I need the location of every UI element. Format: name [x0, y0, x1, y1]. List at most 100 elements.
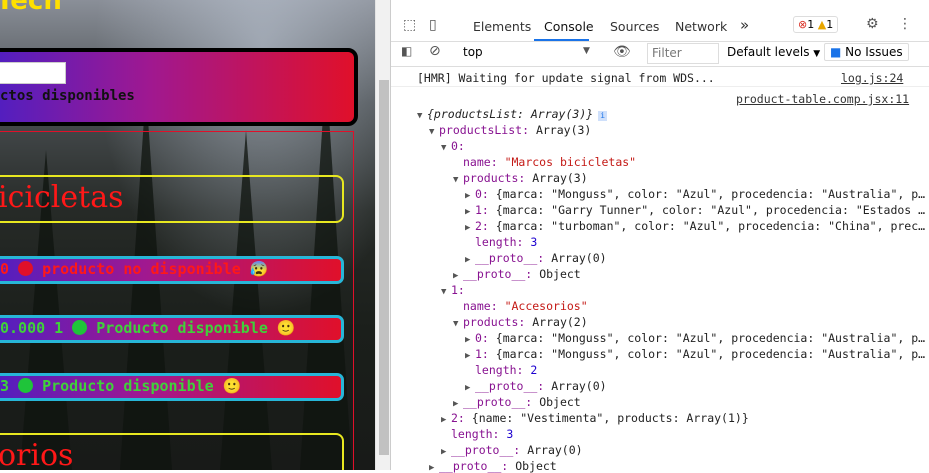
- clear-console-icon[interactable]: ⊘: [429, 43, 441, 59]
- category-title: icicletas: [0, 180, 124, 215]
- tree-key: 1:: [475, 203, 489, 217]
- tab-sources[interactable]: Sources: [610, 19, 659, 34]
- tree-key: length:: [475, 363, 524, 377]
- tree-key: 0:: [451, 139, 465, 153]
- tree-value: Array(3): [535, 123, 592, 137]
- tree-key: length:: [451, 427, 500, 441]
- tree-key: 0:: [475, 187, 489, 201]
- tree-node[interactable]: ▶ 2: {marca: "turboman", color: "Azul", p…: [465, 219, 925, 233]
- expanded-arrow-icon[interactable]: ▼: [429, 127, 439, 137]
- expanded-arrow-icon[interactable]: ▼: [453, 175, 463, 185]
- tree-value: 3: [530, 235, 538, 249]
- collapsed-arrow-icon[interactable]: ▶: [465, 351, 475, 361]
- expanded-arrow-icon[interactable]: ▼: [417, 111, 427, 121]
- tree-node[interactable]: ▶ __proto__: Object: [429, 459, 557, 473]
- expanded-arrow-icon[interactable]: ▼: [441, 287, 451, 297]
- console-message: [HMR] Waiting for update signal from WDS…: [417, 71, 715, 85]
- scrollbar-thumb[interactable]: [379, 80, 389, 455]
- chevron-down-icon: ▼: [813, 49, 821, 59]
- tree-node[interactable]: ▼ {productsList: Array(3)} i: [417, 107, 608, 121]
- tree-value: Array(0): [551, 251, 607, 265]
- tree-key: __proto__:: [475, 251, 545, 265]
- tree-key: 2:: [475, 219, 489, 233]
- source-link[interactable]: product-table.comp.jsx:11: [736, 92, 909, 106]
- gear-icon[interactable]: ⚙: [866, 16, 879, 32]
- collapsed-arrow-icon[interactable]: ▶: [465, 335, 475, 345]
- collapsed-arrow-icon[interactable]: ▶: [465, 383, 475, 393]
- tree-node: length: 3: [465, 235, 537, 249]
- product-status: Producto disponible: [42, 377, 214, 395]
- info-icon[interactable]: i: [598, 111, 608, 121]
- collapsed-arrow-icon[interactable]: ▶: [465, 255, 475, 265]
- tree-value: Object: [539, 395, 581, 409]
- tree-value: {marca: "Monguss", color: "Azul", proced…: [495, 187, 926, 201]
- tree-node[interactable]: ▶ __proto__: Array(0): [441, 443, 583, 457]
- inspect-element-icon[interactable]: ⬚: [403, 17, 416, 33]
- tree-value: Array(3): [532, 171, 588, 185]
- tree-value: 3: [506, 427, 514, 441]
- collapsed-arrow-icon[interactable]: ▶: [441, 415, 451, 425]
- tree-key: 1:: [475, 347, 489, 361]
- status-dot: [72, 320, 88, 335]
- tree-key: productsList:: [439, 123, 530, 137]
- error-count: 1: [807, 18, 815, 31]
- tree-node[interactable]: ▶ 0: {marca: "Monguss", color: "Azul", pr…: [465, 187, 925, 201]
- collapsed-arrow-icon[interactable]: ▶: [465, 223, 475, 233]
- filter-input[interactable]: Filter: [647, 43, 719, 64]
- warning-icon: ▲: [817, 18, 827, 31]
- filter-placeholder: Filter: [652, 46, 682, 60]
- tree-value: Array(0): [527, 443, 583, 457]
- tree-key: __proto__:: [439, 459, 509, 473]
- product-price: 0.000 1: [0, 319, 64, 337]
- search-label: ctos disponibles: [0, 88, 135, 104]
- collapsed-arrow-icon[interactable]: ▶: [453, 399, 463, 409]
- issues-button[interactable]: ■ No Issues: [824, 43, 909, 61]
- tree-key: products:: [463, 315, 526, 329]
- collapsed-arrow-icon[interactable]: ▶: [441, 447, 451, 457]
- chevron-down-icon: ▼: [583, 46, 590, 56]
- context-selector[interactable]: top: [463, 45, 483, 59]
- issue-icon: ■: [830, 45, 842, 59]
- tree-node[interactable]: ▶ __proto__: Object: [453, 267, 581, 281]
- page-scrollbar[interactable]: [375, 0, 391, 470]
- status-dot: [18, 261, 34, 276]
- tree-value: "Accesorios": [504, 299, 588, 313]
- emoji-icon: 😰: [249, 260, 269, 278]
- tab-network[interactable]: Network: [675, 19, 727, 34]
- levels-dropdown[interactable]: Default levels ▼: [727, 45, 820, 59]
- tree-node[interactable]: ▶ 2: {name: "Vestimenta", products: Array…: [441, 411, 749, 425]
- tree-node[interactable]: ▶ 0: {marca: "Monguss", color: "Azul", pr…: [465, 331, 925, 345]
- more-options-icon[interactable]: ⋮: [898, 16, 912, 32]
- tree-node[interactable]: ▶ 1: {marca: "Monguss", color: "Azul", pr…: [465, 347, 925, 361]
- tree-node[interactable]: ▶ __proto__: Array(0): [465, 251, 607, 265]
- tree-node[interactable]: ▼ productsList: Array(3): [429, 123, 591, 137]
- tree-value: {productsList: Array(3)}: [427, 107, 594, 121]
- search-input[interactable]: [0, 62, 66, 84]
- expanded-arrow-icon[interactable]: ▼: [453, 319, 463, 329]
- tab-elements[interactable]: Elements: [473, 19, 531, 34]
- tree-node[interactable]: ▼ products: Array(3): [453, 171, 588, 185]
- tree-node[interactable]: ▼ 1:: [441, 283, 465, 297]
- collapsed-arrow-icon[interactable]: ▶: [465, 191, 475, 201]
- issues-counter[interactable]: ⊗1 ▲1: [793, 16, 839, 33]
- tree-node[interactable]: ▶ 1: {marca: "Garry Tunner", color: "Azul…: [465, 203, 925, 217]
- levels-label: Default levels: [727, 45, 810, 59]
- expanded-arrow-icon[interactable]: ▼: [441, 143, 451, 153]
- collapsed-arrow-icon[interactable]: ▶: [465, 207, 475, 217]
- more-tabs-button[interactable]: »: [740, 16, 749, 34]
- source-link[interactable]: log.js:24: [841, 71, 903, 85]
- collapsed-arrow-icon[interactable]: ▶: [429, 463, 439, 473]
- tree-value: {marca: "Monguss", color: "Azul", proced…: [495, 347, 926, 361]
- category-title: orios: [0, 438, 74, 470]
- eye-icon[interactable]: 👁: [613, 44, 631, 60]
- tree-node[interactable]: ▶ __proto__: Array(0): [465, 379, 607, 393]
- tree-node[interactable]: ▼ products: Array(2): [453, 315, 588, 329]
- collapsed-arrow-icon[interactable]: ▶: [453, 271, 463, 281]
- device-toolbar-icon[interactable]: ▯: [429, 17, 437, 33]
- sidebar-toggle-icon[interactable]: ◧: [401, 44, 412, 58]
- tree-node[interactable]: ▼ 0:: [441, 139, 465, 153]
- page-title: Tech: [0, 0, 62, 16]
- tab-console[interactable]: Console: [544, 19, 594, 34]
- tree-node[interactable]: ▶ __proto__: Object: [453, 395, 581, 409]
- tree-value: {marca: "Monguss", color: "Azul", proced…: [495, 331, 926, 345]
